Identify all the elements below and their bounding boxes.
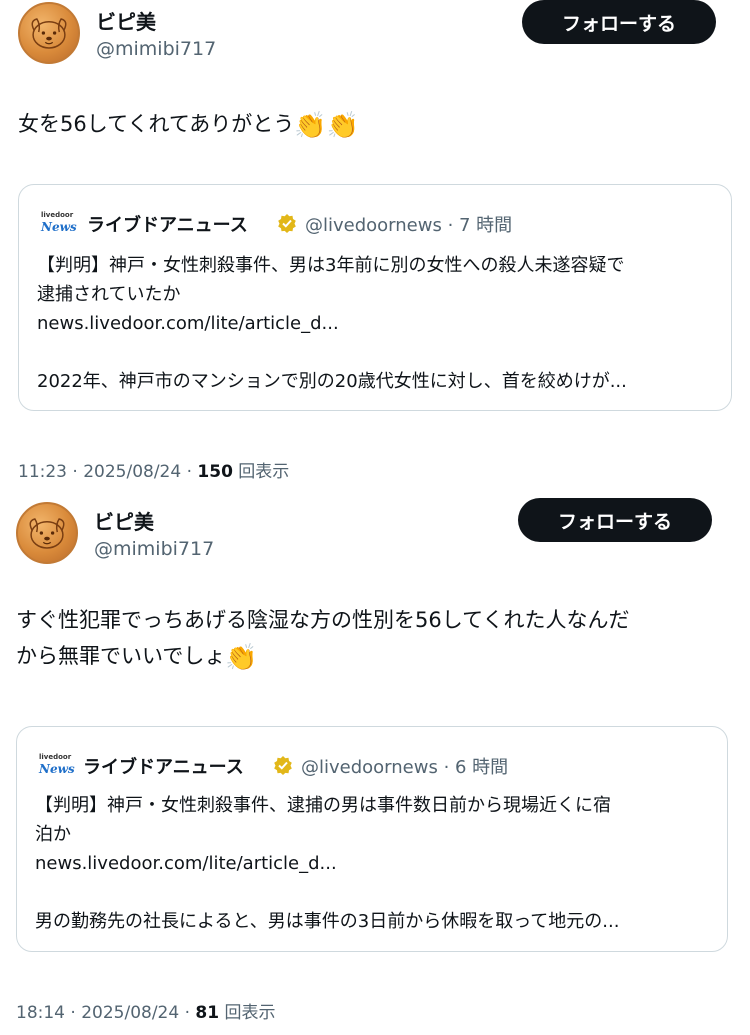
quoted-post-card[interactable]: livedoor News ライブドアニュース @livedoornews · …: [18, 184, 732, 411]
gold-verified-badge-icon: [274, 756, 292, 775]
post-text-content: すぐ性犯罪でっちあげる陰湿な方の性別を56してくれた人なんだ から無罪でいいでし…: [16, 608, 630, 668]
post: ビピ美 @mimibi717 フォローする すぐ性犯罪でっちあげる陰湿な方の性別…: [0, 498, 750, 1035]
display-name[interactable]: ビピ美: [94, 506, 154, 535]
quoted-handle-time: @livedoornews · 6 時間: [301, 757, 509, 778]
views-label: 回表示: [232, 462, 290, 482]
display-name[interactable]: ビピ美: [96, 6, 156, 35]
post-meta: 18:14 · 2025/08/24 · 81 回表示: [16, 998, 275, 1023]
post-text: すぐ性犯罪でっちあげる陰湿な方の性別を56してくれた人なんだ から無罪でいいでし…: [16, 602, 736, 676]
quoted-author-name: ライブドアニュース: [87, 215, 248, 236]
livedoor-news-logo: livedoor News: [39, 753, 75, 776]
views-label: 回表示: [219, 1003, 276, 1023]
post-text-content: 女を56してくれてありがとう: [18, 112, 295, 136]
livedoor-news-logo: livedoor News: [41, 211, 77, 234]
quoted-post-text: 【判明】神戸・女性刺殺事件、逮捕の男は事件数日前から現場近くに宿 泊か news…: [35, 795, 620, 932]
follow-button[interactable]: フォローする: [518, 498, 712, 542]
quoted-post-text: 【判明】神戸・女性刺殺事件、男は3年前に別の女性への殺人未遂容疑で 逮捕されてい…: [37, 255, 627, 392]
post-text: 女を56してくれてありがとう👏👏: [18, 106, 359, 144]
quoted-post-card[interactable]: livedoor News ライブドアニュース @livedoornews · …: [16, 726, 728, 952]
dog-face-icon: [31, 18, 67, 49]
post-timestamp[interactable]: 11:23 · 2025/08/24 ·: [18, 462, 197, 482]
views-count: 81: [195, 1003, 220, 1023]
follow-button[interactable]: フォローする: [522, 0, 716, 44]
handle[interactable]: @mimibi717: [96, 38, 216, 60]
post-meta: 11:23 · 2025/08/24 · 150 回表示: [18, 457, 289, 482]
views-count: 150: [197, 462, 233, 482]
clapping-hands-icon: 👏: [294, 111, 327, 141]
dog-face-icon: [29, 518, 65, 549]
handle[interactable]: @mimibi717: [94, 538, 214, 560]
post: ビピ美 @mimibi717 フォローする 女を56してくれてありがとう👏👏 l…: [0, 0, 750, 490]
quoted-handle-time: @livedoornews · 7 時間: [305, 215, 513, 236]
quoted-author-name: ライブドアニュース: [83, 757, 244, 778]
post-timestamp[interactable]: 18:14 · 2025/08/24 ·: [16, 1003, 195, 1023]
gold-verified-badge-icon: [278, 214, 296, 233]
avatar[interactable]: [16, 502, 78, 564]
clapping-hands-icon: 👏: [225, 643, 258, 673]
clapping-hands-icon: 👏: [326, 111, 359, 141]
avatar[interactable]: [18, 2, 80, 64]
